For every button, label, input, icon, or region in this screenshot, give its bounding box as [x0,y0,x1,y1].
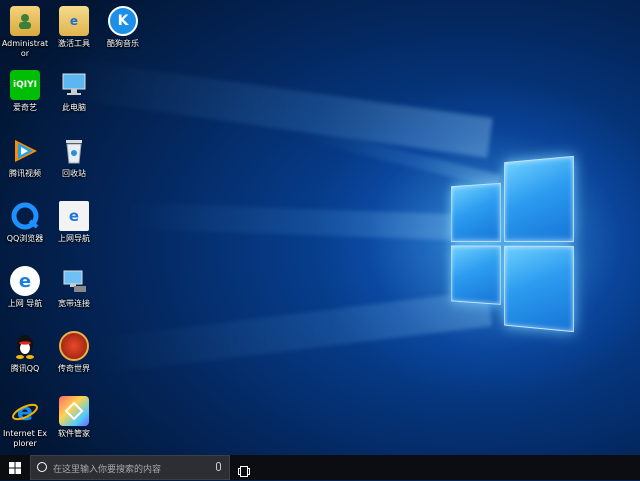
desktop-icon-tencent-video[interactable]: 腾讯视频 [1,136,49,179]
computer-icon [59,70,89,100]
icon-label: 上网 导航 [7,299,43,308]
qq-penguin-icon [10,331,40,361]
icon-label: 宽带连接 [58,299,90,308]
kugou-music-icon: K [108,6,138,36]
desktop-icon-broadband[interactable]: 宽带连接 [50,266,98,309]
cortana-circle-icon [37,462,47,472]
light-beam [119,202,481,241]
windows-logo-wallpaper [450,152,574,333]
logo-pane [450,245,502,305]
microphone-icon[interactable] [216,462,221,471]
folder-icon: e [59,6,89,36]
logo-pane [450,182,502,242]
desktop-icon-ie-nav[interactable]: e 上网 导航 [1,266,49,309]
icon-label: 激活工具 [58,39,90,48]
icon-label: 上网导航 [58,234,90,243]
web-nav-icon: e [59,201,89,231]
search-placeholder: 在这里输入你要搜索的内容 [53,465,162,475]
desktop-icon-qq-browser[interactable]: QQ浏览器 [1,201,49,244]
icon-label: 腾讯QQ [10,364,40,373]
windows-start-icon [9,461,21,474]
light-beam [90,290,493,375]
light-beam [61,58,493,158]
icon-label: QQ浏览器 [6,234,44,243]
desktop: Administrator e 激活工具 K 酷狗音乐 iQIYI 爱奇艺 此电… [0,0,640,455]
desktop-icon-web-nav[interactable]: e 上网导航 [50,201,98,244]
desktop-icon-kugou[interactable]: K 酷狗音乐 [99,6,147,49]
icon-label: Administrator [1,39,49,58]
legend-world-icon [59,331,89,361]
logo-pane [504,155,574,242]
desktop-icon-qq[interactable]: 腾讯QQ [1,331,49,374]
desktop-icon-this-pc[interactable]: 此电脑 [50,70,98,113]
user-folder-icon [10,6,40,36]
internet-explorer-icon: e [10,396,40,426]
desktop-icon-iqiyi[interactable]: iQIYI 爱奇艺 [1,70,49,113]
desktop-icon-software-manager[interactable]: 软件管家 [50,396,98,439]
broadband-icon [59,266,89,296]
icon-label: 软件管家 [58,429,90,438]
recycle-bin-icon [59,136,89,166]
task-view-icon [238,466,250,477]
icon-label: Internet Explorer [2,429,48,448]
desktop-icon-internet-explorer[interactable]: e Internet Explorer [1,396,49,449]
icon-label: 传奇世界 [58,364,90,373]
desktop-icon-legend-world[interactable]: 传奇世界 [50,331,98,374]
desktop-icon-activation-tool[interactable]: e 激活工具 [50,6,98,49]
task-view-button[interactable] [238,462,250,477]
ie-nav-icon: e [10,266,40,296]
iqiyi-icon: iQIYI [10,70,40,100]
svg-text:e: e [17,398,33,425]
icon-label: 酷狗音乐 [107,39,139,48]
icon-label: 回收站 [62,169,86,178]
taskbar: 在这里输入你要搜索的内容 [0,455,640,480]
icon-label: 此电脑 [62,103,86,112]
taskbar-search-box[interactable]: 在这里输入你要搜索的内容 [30,455,230,480]
qq-browser-icon [10,201,40,231]
icon-label: 爱奇艺 [13,103,37,112]
logo-pane [504,245,574,333]
desktop-icon-recycle-bin[interactable]: 回收站 [50,136,98,179]
tencent-video-icon [10,136,40,166]
start-button[interactable] [0,455,30,480]
desktop-icon-administrator[interactable]: Administrator [1,6,49,59]
icon-label: 腾讯视频 [9,169,41,178]
software-manager-icon [59,396,89,426]
